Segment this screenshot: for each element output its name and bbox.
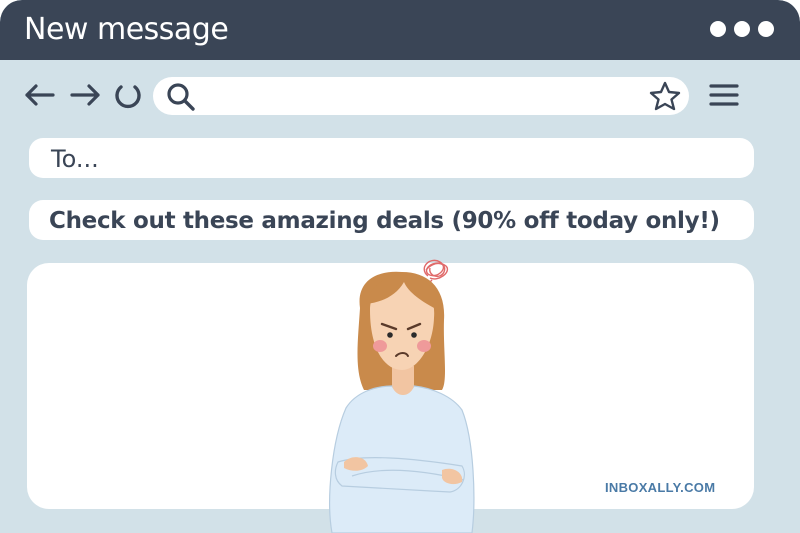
forward-button[interactable] <box>67 76 107 114</box>
hamburger-menu-icon[interactable] <box>707 80 741 110</box>
email-window: New message To... Check out these amazin… <box>0 0 800 533</box>
reload-icon <box>115 85 141 109</box>
arrow-left-icon <box>25 84 55 106</box>
subject-text: Check out these amazing deals (90% off t… <box>49 208 720 234</box>
browser-toolbar <box>0 74 800 118</box>
to-field[interactable]: To... <box>29 138 754 178</box>
arrow-right-icon <box>70 84 100 106</box>
window-title: New message <box>24 12 229 47</box>
dot <box>758 21 774 37</box>
star-icon[interactable] <box>649 81 681 111</box>
more-dots-icon[interactable] <box>710 21 774 37</box>
search-bar[interactable] <box>153 77 689 115</box>
reload-button[interactable] <box>108 76 148 114</box>
to-field-placeholder: To... <box>51 145 99 173</box>
title-bar: New message <box>0 0 800 60</box>
subject-field[interactable]: Check out these amazing deals (90% off t… <box>29 200 754 240</box>
dot <box>734 21 750 37</box>
brand-watermark: INBOXALLY.COM <box>605 480 716 495</box>
dot <box>710 21 726 37</box>
back-button[interactable] <box>20 76 60 114</box>
frustrated-woman-illustration <box>329 259 475 533</box>
search-icon[interactable] <box>165 81 197 113</box>
